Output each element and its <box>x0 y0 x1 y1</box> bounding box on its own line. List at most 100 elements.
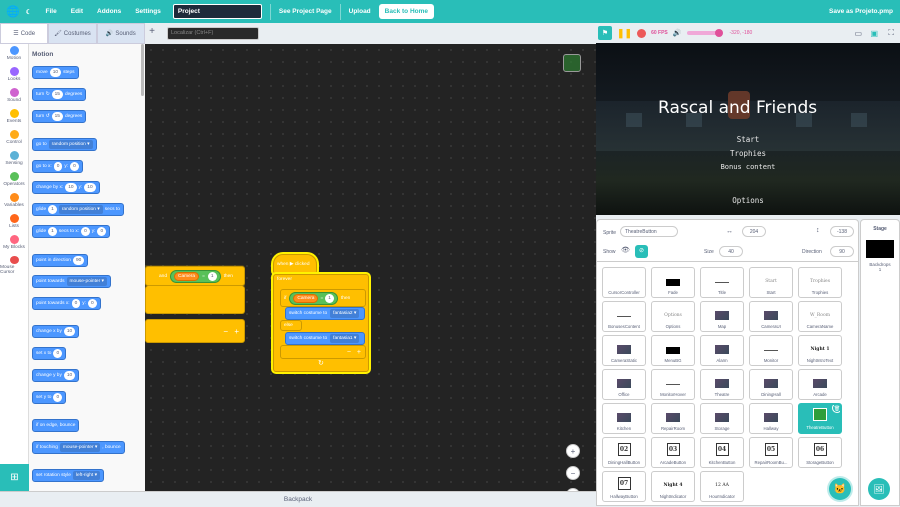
block-number-input[interactable]: 0 <box>97 227 107 236</box>
block-number-input[interactable]: 0 <box>53 162 63 171</box>
category-variables[interactable]: Variables <box>0 191 28 212</box>
add-backdrop-button[interactable]: 🖼 <box>868 478 890 500</box>
if-else-block-main[interactable]: if Camera = 1 then <box>280 289 366 307</box>
category-events[interactable]: Events <box>0 107 28 128</box>
sprite-name-input[interactable]: TheatreButton <box>620 226 678 237</box>
block-number-input[interactable]: 10 <box>49 68 62 77</box>
green-flag-button[interactable]: ⚑ <box>598 26 612 40</box>
sprite-tile[interactable]: MonitorHover <box>651 369 695 400</box>
sprite-tile[interactable]: Options Options <box>651 301 695 332</box>
large-stage-icon[interactable]: ▣ <box>870 29 878 38</box>
palette-block[interactable]: go to random position ▾ <box>32 138 97 151</box>
value-input-main[interactable]: 1 <box>325 293 334 303</box>
block-number-input[interactable]: 1 <box>48 227 57 236</box>
tab-code[interactable]: ☰ Code <box>0 23 49 44</box>
sprite-tile[interactable]: 03 ArcadeButton <box>651 437 695 468</box>
direction-input[interactable]: 90 <box>830 246 854 257</box>
search-input[interactable]: Localizar (Ctrl+F) <box>167 27 259 40</box>
palette-block[interactable]: set y to 0 <box>32 391 67 404</box>
sprite-tile[interactable]: RepairRoom <box>651 403 695 434</box>
hidden-eye-icon[interactable]: ⊘ <box>635 245 648 258</box>
palette-block[interactable]: glide 1 random position ▾ secs to <box>32 203 124 216</box>
category-motion[interactable]: Motion <box>0 44 28 65</box>
palette-block[interactable]: change x by 10 <box>32 325 80 338</box>
sprite-tile[interactable]: 02 DiningHallButton <box>602 437 646 468</box>
camera-variable[interactable]: Camera <box>174 271 200 281</box>
block-number-input[interactable]: 0 <box>53 349 63 358</box>
sprite-tile[interactable]: W_Room CameraName <box>798 301 842 332</box>
block-number-input[interactable]: 0 <box>53 393 63 402</box>
stage-thumbnail[interactable] <box>866 240 894 258</box>
tab-costumes[interactable]: 🖌 Costumes <box>48 23 97 44</box>
palette-block[interactable]: point in direction 90 <box>32 254 89 267</box>
plus-button[interactable]: + <box>234 327 239 336</box>
sprite-tile[interactable]: 12 AA HourIndicator <box>700 471 744 502</box>
block-number-input[interactable]: 15 <box>51 112 63 121</box>
stage-canvas[interactable]: Rascal and Friends Start Trophies Bonus … <box>596 43 900 215</box>
category-control[interactable]: Control <box>0 128 28 149</box>
palette-block[interactable]: point towards mouse-pointer ▾ <box>32 275 111 288</box>
sprite-tile[interactable]: 07 HallwayButton <box>602 471 646 502</box>
switch-costume-block-1[interactable]: switch costume to fantasia2 ▾ <box>285 307 365 320</box>
sprite-tile[interactable]: 04 KitchenButton <box>700 437 744 468</box>
palette-block[interactable]: if touching mouse-pointer ▾, bounce <box>32 441 125 454</box>
palette-block[interactable]: change y by 10 <box>32 369 80 382</box>
category-looks[interactable]: Looks <box>0 65 28 86</box>
sprite-tile[interactable]: CameraStatic <box>602 335 646 366</box>
block-dropdown[interactable]: random position ▾ <box>48 140 93 149</box>
costume-dropdown-1[interactable]: fantasia2 ▾ <box>330 309 360 318</box>
block-number-input[interactable]: 0 <box>70 162 79 171</box>
if-block[interactable]: and Camera = 1 then <box>145 266 245 286</box>
sprite-tile[interactable]: Fade <box>651 267 695 298</box>
backpack-bar[interactable]: Backpack <box>0 491 596 506</box>
palette-block[interactable]: go to x: 0 y: 0 <box>32 160 83 173</box>
palette-block[interactable]: set x to 0 <box>32 347 67 360</box>
sprite-tile[interactable]: Alarm <box>700 335 744 366</box>
sprite-tile[interactable]: Night 1 NightIntroText <box>798 335 842 366</box>
category-operators[interactable]: Operators <box>0 170 28 191</box>
minus-button[interactable]: − <box>347 349 351 356</box>
script-workspace[interactable]: and Camera = 1 then − + when ▶ clicked f… <box>145 44 596 491</box>
sprite-tile[interactable]: Start Start <box>749 267 793 298</box>
save-as-button[interactable]: Save as Projeto.pmp <box>829 8 893 15</box>
equals-operator-main[interactable]: Camera = 1 <box>289 291 338 305</box>
back-to-home-button[interactable]: Back to Home <box>378 4 435 19</box>
palette-block[interactable]: set rotation style left-right ▾ <box>32 469 105 482</box>
if-else-block[interactable]: − + <box>145 319 245 343</box>
visible-eye-icon[interactable]: 👁 <box>621 246 630 254</box>
tab-sounds[interactable]: 🔊 Sounds <box>96 23 145 44</box>
stage-option-start[interactable]: Start <box>596 135 900 144</box>
plus-button[interactable]: + <box>357 349 361 356</box>
category-my-blocks[interactable]: My Blocks <box>0 233 28 254</box>
block-dropdown[interactable]: left-right ▾ <box>72 471 101 480</box>
block-number-input[interactable]: 10 <box>84 183 96 192</box>
size-input[interactable]: 40 <box>719 246 743 257</box>
block-dropdown[interactable]: mouse-pointer ▾ <box>59 443 101 452</box>
sprite-tile[interactable]: CameraUI <box>749 301 793 332</box>
switch-costume-block-2[interactable]: switch costume to fantasia1 ▾ <box>285 332 365 345</box>
sprite-tile[interactable]: Night 4 NightIndicator <box>651 471 695 502</box>
equals-operator[interactable]: Camera = 1 <box>170 269 221 283</box>
x-position-input[interactable]: 204 <box>742 226 766 237</box>
sprite-tile[interactable]: Title <box>700 267 744 298</box>
menu-edit[interactable]: Edit <box>71 8 83 15</box>
upload-button[interactable]: Upload <box>349 8 371 15</box>
when-flag-clicked-hat[interactable]: when ▶ clicked <box>273 254 317 274</box>
sprite-tile[interactable]: 05 RepairRoomBu... <box>749 437 793 468</box>
palette-block[interactable]: turn ↺ 15 degrees <box>32 110 87 123</box>
palette-block[interactable]: turn ↻ 15 degrees <box>32 88 87 101</box>
sprite-tile[interactable]: TheatreButton 🗑 <box>798 403 842 434</box>
block-number-input[interactable]: 0 <box>88 299 97 308</box>
palette-block[interactable]: if on edge, bounce <box>32 419 80 432</box>
camera-variable-main[interactable]: Camera <box>293 293 319 303</box>
block-number-input[interactable]: 90 <box>72 256 85 265</box>
block-number-input[interactable]: 15 <box>51 90 63 99</box>
block-number-input[interactable]: 1 <box>48 205 57 214</box>
menu-addons[interactable]: Addons <box>97 8 121 15</box>
globe-icon[interactable]: 🌐 <box>6 5 20 18</box>
small-stage-icon[interactable]: ▭ <box>854 29 862 38</box>
sprite-tile[interactable]: Storage <box>700 403 744 434</box>
category-sound[interactable]: Sound <box>0 86 28 107</box>
sprite-tile[interactable]: Trophies Trophies <box>798 267 842 298</box>
stop-button[interactable] <box>637 28 647 38</box>
